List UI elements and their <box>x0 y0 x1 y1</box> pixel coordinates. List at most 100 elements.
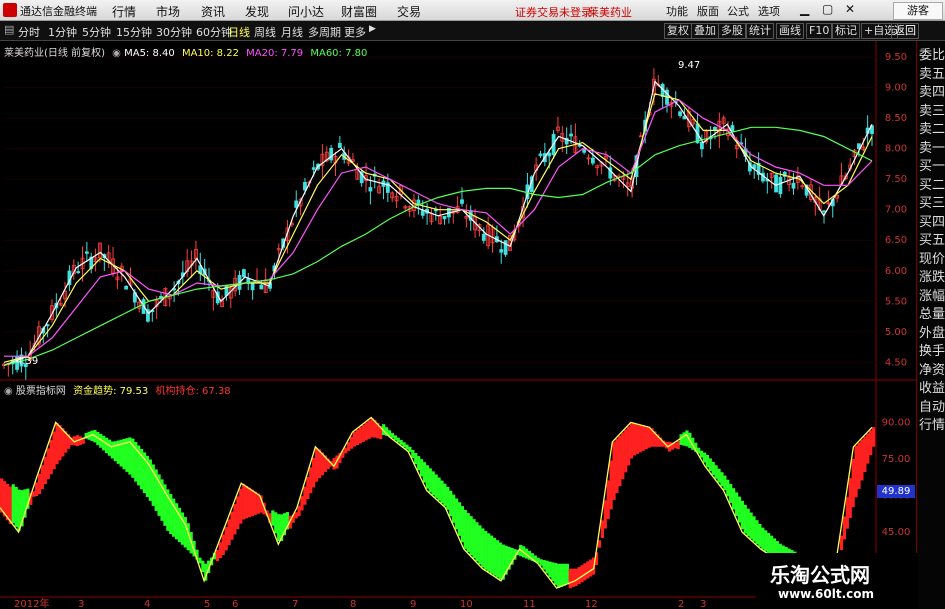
f10-button[interactable]: F10 <box>806 23 833 39</box>
side-item-8[interactable]: 买三 <box>919 195 945 213</box>
side-item-18[interactable]: 收益 <box>919 380 945 398</box>
minimize-icon[interactable]: ▁ <box>800 2 809 16</box>
side-item-2[interactable]: 卖四 <box>919 84 945 102</box>
login-notice[interactable]: 证券交易未登录 <box>515 4 592 20</box>
x-tick-2: 4 <box>144 599 150 609</box>
overlay-button[interactable]: 叠加 <box>691 23 719 39</box>
menu-ask[interactable]: 问小达 <box>288 3 324 20</box>
indicator-bar <box>548 561 552 578</box>
menu-toggle-icon[interactable]: ▤ <box>4 23 14 36</box>
price-tick-10: 4.50 <box>885 357 907 368</box>
x-tick-6: 8 <box>350 599 356 609</box>
menu-wealth[interactable]: 财富圈 <box>341 3 377 20</box>
indicator-bar <box>113 441 117 462</box>
side-item-14[interactable]: 总量 <box>919 306 945 324</box>
indicator-bar <box>749 512 753 539</box>
period-multi[interactable]: 多周期 <box>308 24 341 40</box>
menu-trade[interactable]: 交易 <box>397 3 421 20</box>
side-item-5[interactable]: 卖一 <box>919 140 945 158</box>
indicator-bar <box>854 445 858 498</box>
menu-quotes[interactable]: 行情 <box>112 3 136 20</box>
indicator-bar <box>221 534 225 556</box>
period-timeshare[interactable]: 分时 <box>18 24 40 40</box>
indicator-bar <box>218 542 222 559</box>
settings-icon[interactable]: ◉ <box>112 48 121 59</box>
multi-stock-button[interactable]: 多股 <box>718 23 746 39</box>
institution-label: 机构持仓: 67.38 <box>155 386 231 397</box>
function-button[interactable]: 功能 <box>666 3 688 19</box>
indicator-bar <box>580 565 584 583</box>
period-60min[interactable]: 60分钟 <box>196 24 232 40</box>
indicator-bar <box>755 520 759 545</box>
period-monthly[interactable]: 月线 <box>281 24 303 40</box>
indicator-bar <box>839 535 844 551</box>
kline-chart-area[interactable]: 9.50 9.00 8.50 8.00 7.50 7.00 6.50 6.00 5.50 5.00… <box>0 41 916 609</box>
candle-body <box>774 174 778 193</box>
guest-button[interactable]: 游客 <box>893 2 943 20</box>
indicator-bar <box>469 516 473 556</box>
candle-body <box>460 199 464 204</box>
indicator-bar <box>869 430 873 456</box>
period-1min[interactable]: 1分钟 <box>48 24 77 40</box>
side-item-15[interactable]: 外盘 <box>919 325 945 343</box>
period-weekly[interactable]: 周线 <box>254 24 276 40</box>
side-item-16[interactable]: 换手 <box>919 343 945 361</box>
side-item-17[interactable]: 净资 <box>919 362 945 380</box>
side-item-11[interactable]: 现价 <box>919 251 945 269</box>
side-item-7[interactable]: 买二 <box>919 177 945 195</box>
x-tick-4: 6 <box>232 599 238 609</box>
options-button[interactable]: 选项 <box>758 3 780 19</box>
indicator-bar <box>233 504 237 535</box>
indicator-bar <box>478 525 482 565</box>
side-item-20[interactable]: 行情 <box>919 417 945 435</box>
indicator-bar <box>419 459 424 477</box>
menu-news[interactable]: 资讯 <box>201 3 225 20</box>
period-daily[interactable]: 日线 <box>228 24 250 40</box>
indicator-bar <box>699 450 704 458</box>
period-15min[interactable]: 15分钟 <box>116 24 152 40</box>
side-item-19[interactable]: 自动 <box>919 399 945 417</box>
mark-button[interactable]: 标记 <box>832 23 860 39</box>
indicator-bar <box>723 475 727 491</box>
side-item-10[interactable]: 买五 <box>919 232 945 250</box>
x-tick-3: 5 <box>204 599 210 609</box>
more-chevron-icon[interactable]: ▶ <box>369 24 376 34</box>
close-icon[interactable]: ✕ <box>845 2 855 16</box>
indicator-bar <box>586 561 590 579</box>
candle-body <box>547 152 552 157</box>
indicator-bar <box>702 452 707 463</box>
menu-market[interactable]: 市场 <box>156 3 180 20</box>
indicator-bar <box>641 425 645 451</box>
indicator-settings-icon[interactable]: ◉ <box>4 386 13 397</box>
restore-icon[interactable]: ▢ <box>822 2 833 16</box>
menu-discover[interactable]: 发现 <box>245 3 269 20</box>
indicator-bar <box>743 504 747 534</box>
back-button[interactable]: 返回 <box>891 23 919 39</box>
indicator-bar <box>40 465 45 490</box>
indicator-bar <box>539 559 543 566</box>
x-tick-12: 3 <box>700 599 706 609</box>
indicator-bar <box>452 494 456 523</box>
side-item-1[interactable]: 卖五 <box>919 66 945 84</box>
side-item-6[interactable]: 买一 <box>919 158 945 176</box>
indicator-bar <box>17 489 21 531</box>
x-tick-1: 3 <box>78 599 84 609</box>
indicator-bar <box>61 428 65 457</box>
side-item-0[interactable]: 委比 <box>919 47 945 65</box>
adjust-button[interactable]: 复权 <box>664 23 692 39</box>
period-more[interactable]: 更多 <box>344 24 366 40</box>
current-stock: 莱美药业 <box>588 6 632 19</box>
indicator-bar <box>367 420 371 439</box>
period-5min[interactable]: 5分钟 <box>82 24 111 40</box>
side-item-12[interactable]: 涨跌 <box>919 269 945 287</box>
side-item-9[interactable]: 买四 <box>919 214 945 232</box>
side-item-3[interactable]: 卖三 <box>919 103 945 121</box>
ma5-label: MA5: 8.40 <box>124 48 175 59</box>
layout-button[interactable]: 版面 <box>697 3 719 19</box>
draw-button[interactable]: 画线 <box>776 23 804 39</box>
stats-button[interactable]: 统计 <box>746 23 774 39</box>
period-30min[interactable]: 30分钟 <box>156 24 192 40</box>
formula-button[interactable]: 公式 <box>727 3 749 19</box>
side-item-13[interactable]: 涨幅 <box>919 288 945 306</box>
side-item-4[interactable]: 卖二 <box>919 121 945 139</box>
